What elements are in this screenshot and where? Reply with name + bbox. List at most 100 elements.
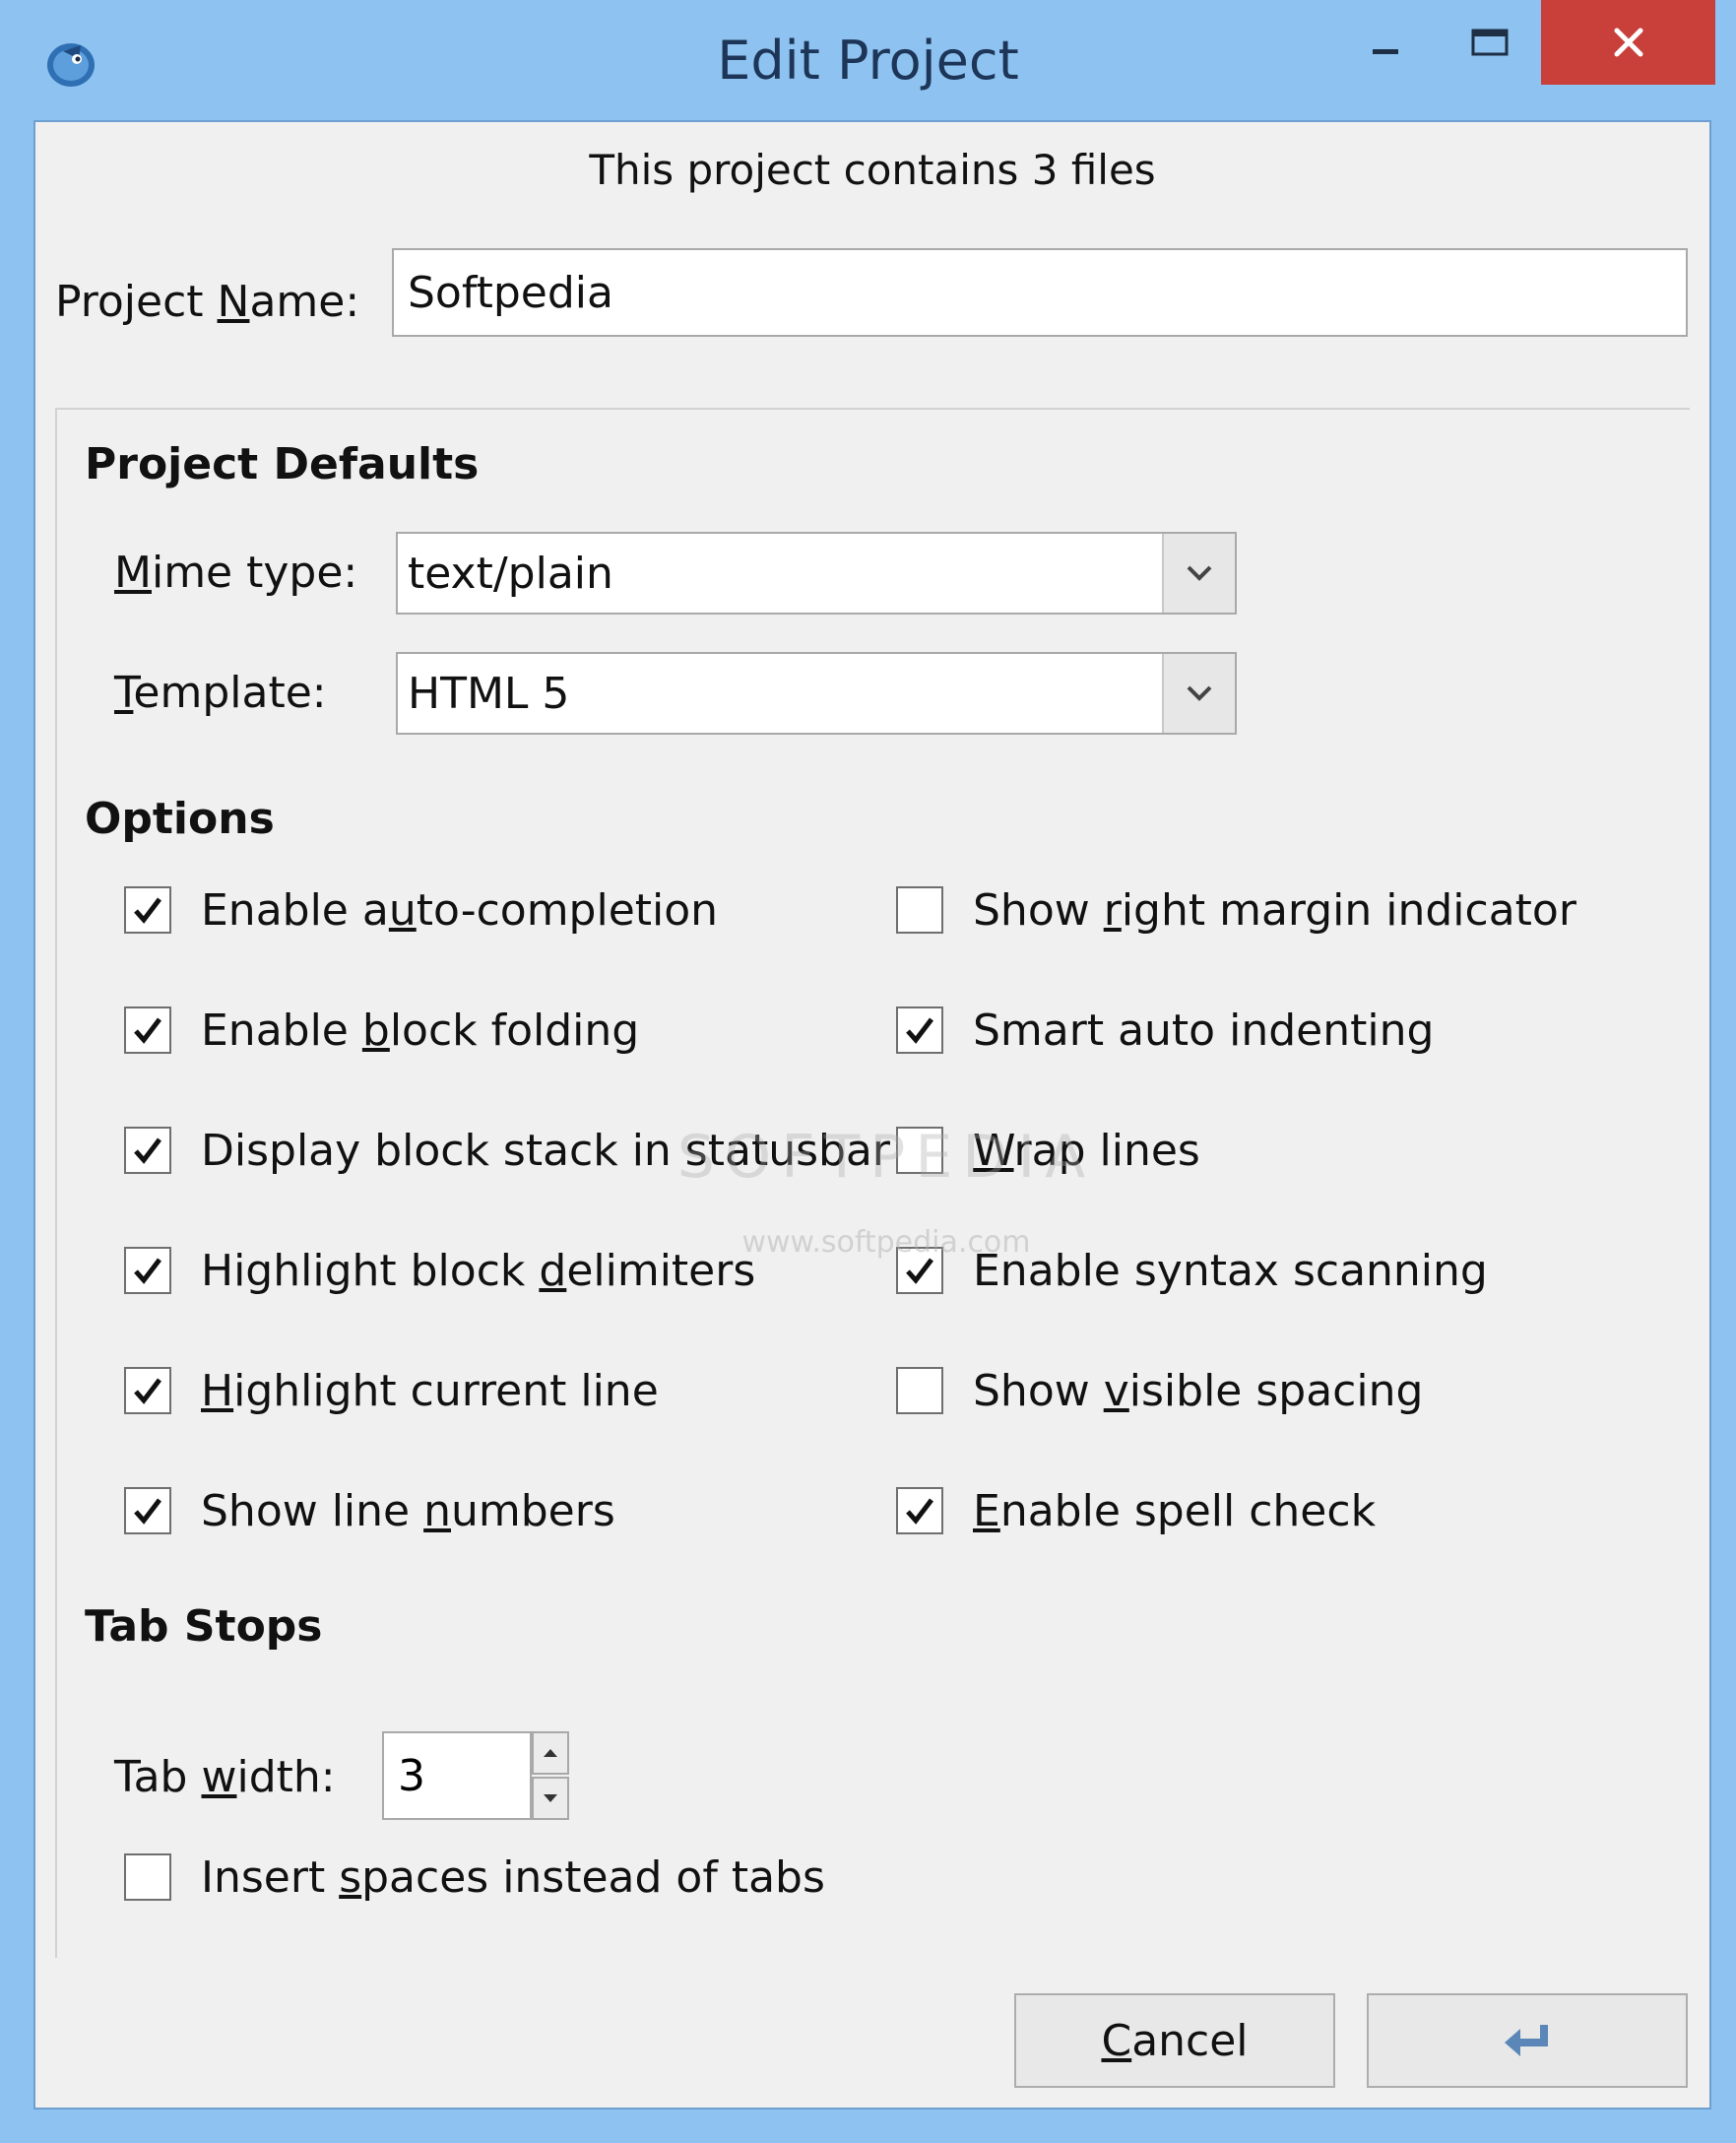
- option-label-pre: Highlight block: [201, 1245, 540, 1296]
- mime-type-value: text/plain: [408, 548, 613, 599]
- title-bar[interactable]: Edit Project: [0, 0, 1736, 118]
- mime-type-label: Mime type:: [114, 532, 357, 615]
- option-label-post: nable spell check: [999, 1485, 1377, 1536]
- option-row[interactable]: Show visible spacing: [896, 1361, 1423, 1420]
- option-checkbox[interactable]: [896, 1007, 943, 1054]
- option-row[interactable]: Enable auto-completion: [124, 880, 718, 940]
- cancel-label-post: ancel: [1131, 2015, 1249, 2066]
- edit-project-window: Edit Project This project contains 3 fil…: [0, 0, 1736, 2143]
- option-label: Enable block folding: [201, 1006, 639, 1056]
- minimize-icon: [1373, 49, 1398, 54]
- project-name-label-post: ame:: [249, 277, 360, 327]
- option-checkbox[interactable]: [124, 1127, 171, 1174]
- option-checkbox[interactable]: [124, 886, 171, 934]
- option-label-post: to-completion: [416, 884, 719, 936]
- tab-width-increment-button[interactable]: [532, 1731, 569, 1775]
- option-checkbox[interactable]: [124, 1487, 171, 1534]
- option-label-mnemonic: E: [973, 1485, 1000, 1536]
- checkmark-icon: [906, 1498, 933, 1525]
- project-name-input[interactable]: Softpedia: [392, 248, 1688, 337]
- option-label-pre: Show line: [201, 1485, 424, 1536]
- option-label-mnemonic: b: [361, 1005, 390, 1056]
- option-label-mnemonic: H: [201, 1365, 234, 1416]
- insert-spaces-label: Insert spaces instead of tabs: [201, 1852, 825, 1903]
- option-row[interactable]: Highlight current line: [124, 1361, 659, 1420]
- watermark-text: SOFTPEDIA: [676, 1123, 1096, 1192]
- option-label: Show right margin indicator: [973, 885, 1576, 936]
- option-row[interactable]: Enable block folding: [124, 1001, 639, 1060]
- option-label-post: ight margin indicator: [1121, 884, 1576, 936]
- template-select[interactable]: HTML 5: [396, 652, 1237, 735]
- project-name-label-mnemonic: N: [217, 277, 250, 327]
- tab-width-spinner[interactable]: 3: [382, 1731, 575, 1820]
- option-label: Show line numbers: [201, 1486, 615, 1536]
- option-label-post: ighlight current line: [233, 1365, 659, 1416]
- mime-type-label-post: ime type:: [151, 548, 358, 598]
- option-label-mnemonic: n: [423, 1485, 451, 1536]
- option-label: Highlight current line: [201, 1366, 659, 1416]
- option-row[interactable]: Smart auto indenting: [896, 1001, 1434, 1060]
- option-checkbox[interactable]: [896, 1487, 943, 1534]
- chevron-down-icon: [1187, 565, 1212, 581]
- tab-width-decrement-button[interactable]: [532, 1777, 569, 1820]
- tab-width-label-pre: Tab: [114, 1752, 202, 1802]
- cancel-button[interactable]: Cancel: [1014, 1993, 1335, 2088]
- option-label-pre: Show: [973, 884, 1104, 936]
- option-row[interactable]: Show line numbers: [124, 1481, 615, 1540]
- file-count-info: This project contains 3 files: [589, 146, 1156, 194]
- watermark-url: www.softpedia.com: [741, 1225, 1031, 1260]
- option-label-post: isible spacing: [1128, 1365, 1424, 1416]
- mime-type-label-mnemonic: M: [114, 548, 152, 598]
- option-label-pre: Smart auto indenting: [973, 1005, 1435, 1056]
- dialog-client-area: This project contains 3 files Project Na…: [33, 120, 1711, 2110]
- maximize-button[interactable]: [1438, 0, 1542, 85]
- template-label-post: emplate:: [133, 668, 327, 718]
- option-checkbox[interactable]: [124, 1007, 171, 1054]
- project-name-label: Project Name:: [55, 258, 359, 347]
- cancel-label-mnemonic: C: [1101, 2015, 1132, 2066]
- option-label-mnemonic: d: [539, 1245, 567, 1296]
- ok-button[interactable]: [1367, 1993, 1688, 2088]
- enter-arrow-icon: [1505, 2025, 1548, 2056]
- checkmark-icon: [134, 1498, 161, 1525]
- option-label-post: umbers: [451, 1485, 615, 1536]
- option-label-mnemonic: r: [1103, 884, 1122, 936]
- chevron-down-icon: [1187, 685, 1212, 701]
- mime-type-dropdown-button[interactable]: [1162, 534, 1235, 613]
- option-checkbox[interactable]: [124, 1367, 171, 1414]
- tab-width-input[interactable]: 3: [382, 1731, 532, 1820]
- option-checkbox[interactable]: [124, 1247, 171, 1294]
- insert-spaces-checkbox-row[interactable]: Insert spaces instead of tabs: [124, 1848, 825, 1907]
- close-button[interactable]: [1541, 0, 1715, 85]
- option-row[interactable]: Enable spell check: [896, 1481, 1376, 1540]
- checkmark-icon: [906, 1017, 933, 1044]
- checkmark-icon: [134, 1258, 161, 1284]
- minimize-button[interactable]: [1333, 0, 1438, 85]
- spin-up-icon: [544, 1749, 557, 1757]
- insert-spaces-label-pre: Insert: [201, 1851, 340, 1903]
- mime-type-select[interactable]: text/plain: [396, 532, 1237, 615]
- option-label: Smart auto indenting: [973, 1006, 1434, 1056]
- template-value: HTML 5: [408, 668, 570, 719]
- project-defaults-heading: Project Defaults: [85, 439, 480, 489]
- project-name-label-pre: Project: [55, 277, 218, 327]
- insert-spaces-checkbox[interactable]: [124, 1853, 171, 1901]
- option-checkbox[interactable]: [896, 886, 943, 934]
- option-label: Show visible spacing: [973, 1366, 1423, 1416]
- option-label-post: lock folding: [389, 1005, 640, 1056]
- insert-spaces-label-post: paces instead of tabs: [361, 1851, 825, 1903]
- template-dropdown-button[interactable]: [1162, 654, 1235, 733]
- checkmark-icon: [134, 1378, 161, 1404]
- spin-down-icon: [544, 1794, 557, 1802]
- tab-width-label-post: idth:: [236, 1752, 336, 1802]
- option-label: Enable spell check: [973, 1486, 1376, 1536]
- checkmark-icon: [134, 1017, 161, 1044]
- tab-width-label-mnemonic: w: [201, 1752, 237, 1802]
- option-row[interactable]: Show right margin indicator: [896, 880, 1576, 940]
- option-label-pre: Show: [973, 1365, 1104, 1416]
- option-label: Enable auto-completion: [201, 885, 718, 936]
- option-label-mnemonic: v: [1103, 1365, 1129, 1416]
- option-checkbox[interactable]: [896, 1367, 943, 1414]
- tab-stops-heading: Tab Stops: [85, 1601, 323, 1652]
- insert-spaces-label-mnemonic: s: [339, 1851, 362, 1903]
